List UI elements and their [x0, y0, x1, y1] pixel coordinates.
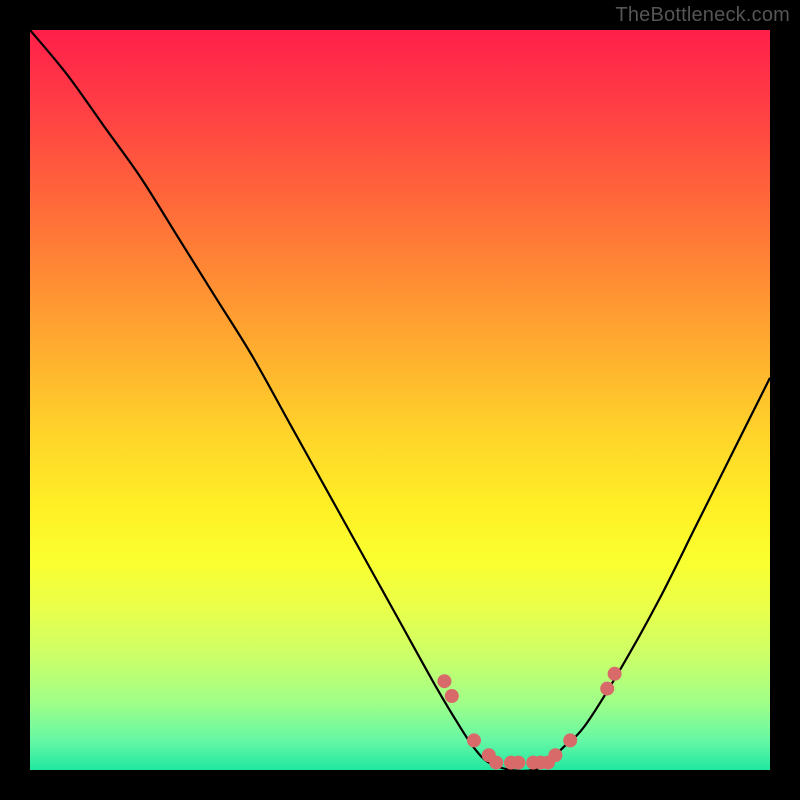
highlight-dot	[467, 733, 481, 747]
curve-svg	[30, 30, 770, 770]
chart-frame: TheBottleneck.com	[0, 0, 800, 800]
highlight-dots-group	[437, 667, 621, 770]
highlight-dot	[563, 733, 577, 747]
plot-area	[30, 30, 770, 770]
bottleneck-curve	[30, 30, 770, 770]
highlight-dot	[511, 756, 525, 770]
highlight-dot	[608, 667, 622, 681]
highlight-dot	[600, 682, 614, 696]
highlight-dot	[437, 674, 451, 688]
highlight-dot	[445, 689, 459, 703]
watermark-text: TheBottleneck.com	[615, 4, 790, 27]
highlight-dot	[489, 756, 503, 770]
highlight-dot	[548, 748, 562, 762]
